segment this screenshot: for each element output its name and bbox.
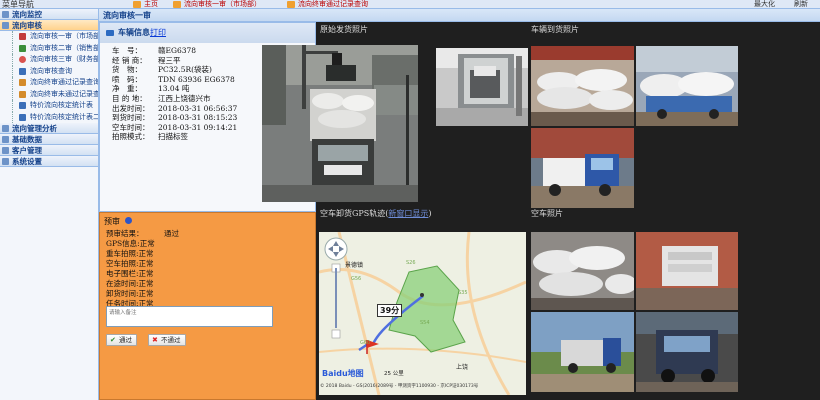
info-dot-icon bbox=[125, 217, 132, 224]
road-label-2: S26 bbox=[406, 260, 416, 266]
empty-photo-3[interactable] bbox=[531, 312, 634, 392]
pre-review-panel: 预审 预审结果： 通过 GPS信息:正常 重车拍照:正常 空车拍照:正常 电子围… bbox=[99, 212, 316, 400]
sidebar-group-analysis[interactable]: 流向管理分析 bbox=[0, 123, 98, 134]
sidebar-item-special-stats[interactable]: 特价流向核定统计表 bbox=[0, 100, 98, 112]
road-label-1: G56 bbox=[351, 276, 362, 282]
sidebar-item-audit-first[interactable]: 流向审核一审（市场部） bbox=[0, 31, 98, 43]
origin-photo[interactable] bbox=[436, 48, 528, 126]
travel-time-badge: 39分 bbox=[377, 304, 403, 317]
map-copyright: © 2018 Baidu - GS(2016)2089号 - 甲测资字11009… bbox=[320, 384, 479, 389]
map-city2-label: 上饶 bbox=[456, 364, 469, 371]
print-link[interactable]: 打印 bbox=[150, 28, 166, 37]
page-icon bbox=[173, 1, 181, 8]
user-icon bbox=[19, 90, 26, 98]
gear-icon bbox=[2, 158, 9, 165]
pre-review-result-value: 通过 bbox=[164, 229, 179, 238]
arrival-photos-label: 车辆到货照片 bbox=[531, 25, 579, 34]
sidebar-item-audit-second[interactable]: 流向审核二审（销售部） bbox=[0, 42, 98, 54]
road-label-5: G60 bbox=[360, 340, 371, 346]
close-icon: ✖ bbox=[152, 336, 158, 344]
page-title: 流向审核一审 bbox=[103, 11, 151, 20]
vehicle-info-header: 车辆信息打印 bbox=[100, 23, 315, 43]
customers-icon bbox=[2, 147, 9, 154]
audit-icon bbox=[2, 22, 9, 29]
truck-icon bbox=[106, 30, 114, 36]
sidebar-group-monitor[interactable]: 流向监控 bbox=[0, 9, 98, 20]
sidebar-item-audit-query[interactable]: 流向审核查询 bbox=[0, 65, 98, 77]
tab-home[interactable]: 主页 bbox=[132, 0, 158, 8]
check-icon: ✔ bbox=[110, 336, 116, 344]
flag-icon bbox=[19, 33, 26, 40]
home-icon bbox=[133, 1, 141, 8]
sidebar-group-audit[interactable]: 流向审核 bbox=[0, 20, 98, 31]
empty-photos-label: 空车照片 bbox=[531, 209, 563, 218]
sidebar-group-basic-data[interactable]: 基础数据 bbox=[0, 134, 98, 145]
table-icon bbox=[19, 102, 26, 109]
nav-title: 菜单导航 bbox=[2, 0, 34, 9]
remark-input[interactable] bbox=[106, 306, 273, 327]
refresh-button[interactable]: 刷新 bbox=[794, 0, 808, 8]
road-label-3: S35 bbox=[458, 290, 468, 296]
pass-button[interactable]: ✔ 通过 bbox=[106, 334, 137, 346]
arrival-photo-1[interactable] bbox=[531, 46, 634, 126]
sidebar-item-special-stats-2[interactable]: 特价流向核定统计表二 bbox=[0, 111, 98, 123]
tab-audit-first[interactable]: 流向审核一审（市场部） bbox=[172, 0, 261, 8]
list-icon bbox=[19, 67, 26, 75]
baidu-logo: Baidu地图 bbox=[322, 369, 364, 378]
open-new-window-link[interactable]: 新窗口显示 bbox=[388, 209, 428, 218]
top-tab-bar: 菜单导航 主页 流向审核一审（市场部） 流向终审通过记录查询 最大化 刷新 bbox=[0, 0, 820, 9]
sidebar-item-final-pass[interactable]: 流向终审通过记录查询 bbox=[0, 77, 98, 89]
empty-photo-2[interactable] bbox=[636, 232, 738, 310]
sidebar-item-final-reject[interactable]: 流向终审未通过记录查询 bbox=[0, 88, 98, 100]
gps-track-label: 空车卸货GPS轨迹(新窗口显示) bbox=[320, 209, 432, 218]
chart-icon bbox=[2, 125, 9, 132]
sidebar: 流向监控 流向审核 流向审核一审（市场部） 流向审核二审（销售部） 流向审核三审… bbox=[0, 9, 99, 400]
person-icon bbox=[19, 44, 26, 52]
database-icon bbox=[2, 136, 9, 143]
road-label-4: S54 bbox=[420, 320, 430, 326]
sidebar-group-customers[interactable]: 客户管理 bbox=[0, 145, 98, 156]
arrival-photo-2[interactable] bbox=[636, 46, 738, 126]
reject-button[interactable]: ✖ 不通过 bbox=[148, 334, 186, 346]
monitor-icon bbox=[2, 11, 9, 18]
tab-final-pass-query[interactable]: 流向终审通过记录查询 bbox=[286, 0, 368, 8]
map-scale-label: 25 公里 bbox=[384, 371, 404, 377]
maximize-button[interactable]: 最大化 bbox=[754, 0, 775, 8]
vehicle-photo[interactable] bbox=[262, 45, 418, 202]
app-window: 菜单导航 主页 流向审核一审（市场部） 流向终审通过记录查询 最大化 刷新 流向… bbox=[0, 0, 820, 400]
user-icon bbox=[19, 79, 26, 86]
page-icon bbox=[287, 1, 295, 8]
table-icon bbox=[19, 113, 26, 121]
origin-photos-label: 原始发货照片 bbox=[320, 25, 368, 34]
sidebar-group-settings[interactable]: 系统设置 bbox=[0, 156, 98, 167]
pre-review-header: 预审 bbox=[104, 217, 120, 226]
main-panel-header: 流向审核一审 bbox=[99, 9, 820, 22]
heart-icon bbox=[19, 56, 26, 63]
arrival-photo-3[interactable] bbox=[531, 128, 634, 208]
sidebar-item-audit-third[interactable]: 流向审核三审（财务部） bbox=[0, 54, 98, 66]
empty-photo-4[interactable] bbox=[636, 312, 738, 392]
empty-photo-1[interactable] bbox=[531, 232, 634, 310]
map-city-label: 景德镇 bbox=[345, 262, 364, 269]
